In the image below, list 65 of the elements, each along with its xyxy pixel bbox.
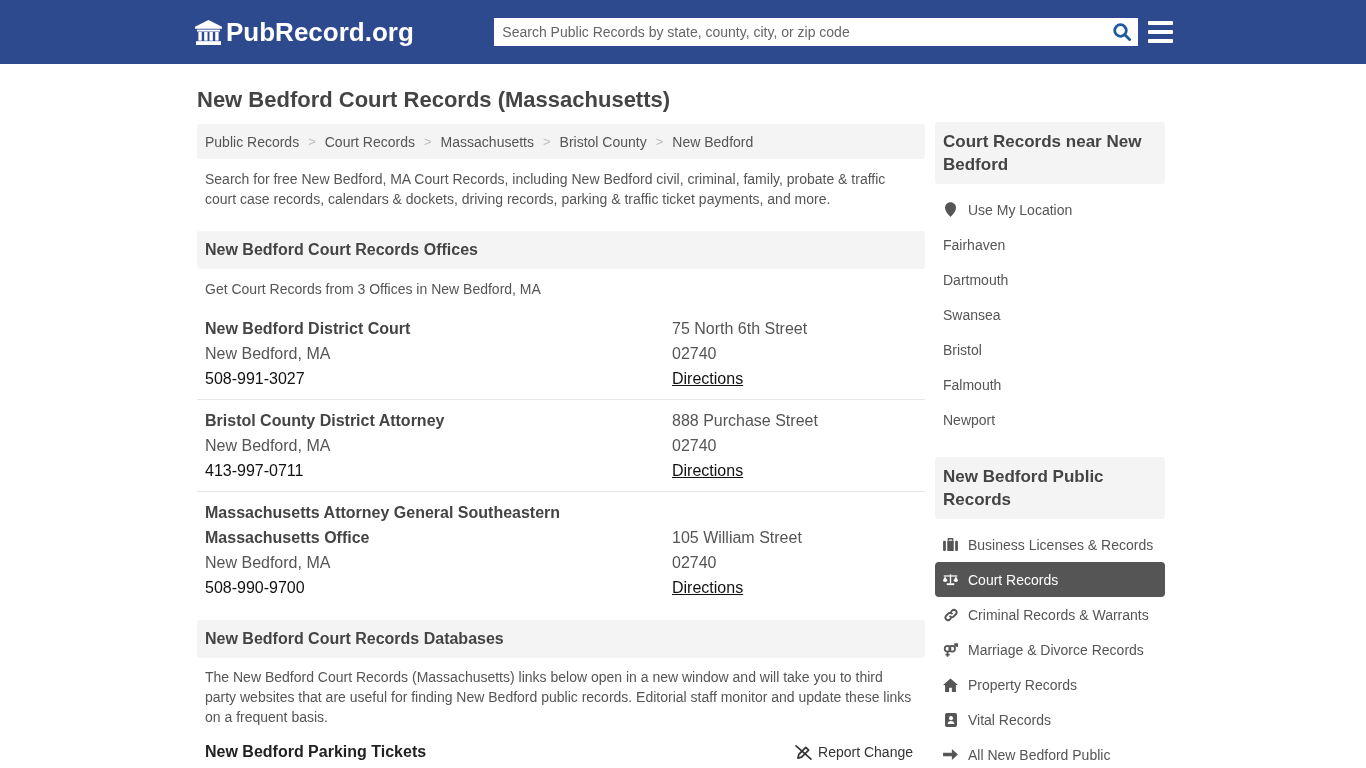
office-name: New Bedford District Court xyxy=(205,319,412,339)
sidebar-link[interactable]: All New Bedford Public xyxy=(935,737,1165,768)
breadcrumb-separator: > xyxy=(424,134,432,149)
phone-number: 508-991-3027 xyxy=(205,369,306,389)
page-title: New Bedford Court Records (Massachusetts) xyxy=(197,86,672,114)
sidebar-heading: Court Records near New Bedford xyxy=(935,122,1165,184)
directions-link[interactable]: Directions xyxy=(672,575,744,600)
breadcrumb-separator: > xyxy=(655,134,664,149)
home-icon xyxy=(943,677,958,692)
office-city: New Bedford, MA xyxy=(205,436,332,456)
breadcrumb-link[interactable]: Court Records xyxy=(324,133,415,150)
offices-summary: Get Court Records from 3 Offices in New Bedford, MA xyxy=(204,280,542,299)
breadcrumb-link[interactable]: Bristol County xyxy=(559,133,647,150)
zip-code: 02740 xyxy=(672,344,718,364)
address-book-icon xyxy=(944,712,957,727)
directions-link[interactable]: Directions xyxy=(672,366,744,391)
briefcase-icon xyxy=(943,538,958,551)
breadcrumb-separator: > xyxy=(543,134,551,149)
sidebar-link[interactable]: Use My Location xyxy=(935,192,1165,227)
menu-icon[interactable] xyxy=(1148,21,1173,43)
office-address: 105 William Street xyxy=(672,528,803,548)
sidebar-link[interactable]: Dartmouth xyxy=(935,262,1165,297)
sidebar-link[interactable]: Swansea xyxy=(935,297,1165,332)
sidebar-link[interactable]: Marriage & Divorce Records xyxy=(935,632,1165,667)
zip-code: 02740 xyxy=(672,553,718,573)
bank-icon xyxy=(195,19,222,45)
office-city: New Bedford, MA xyxy=(205,344,332,364)
gender-symbols-icon xyxy=(943,642,958,657)
phone-number: 508-990-9700 xyxy=(205,578,306,598)
office-name: Bristol County District Attorney xyxy=(205,411,446,431)
site-logo[interactable]: PubRecord.org xyxy=(226,16,414,48)
sidebar-link[interactable]: Court Records xyxy=(935,562,1165,597)
report-change-link[interactable]: Report Change xyxy=(795,743,913,761)
section-heading: New Bedford Court Records Offices xyxy=(197,231,925,269)
arrow-right-icon xyxy=(943,748,958,761)
directions-link[interactable]: Directions xyxy=(672,458,744,483)
scale-icon xyxy=(943,573,958,586)
search-field[interactable]: Search Public Records by state, county, city, or zip code xyxy=(494,18,1138,46)
sidebar-link[interactable]: Criminal Records & Warrants xyxy=(935,597,1165,632)
sidebar-link[interactable]: Falmouth xyxy=(935,367,1165,402)
office-name: Massachusetts Attorney General Southeastern Massachusetts Office xyxy=(205,503,562,548)
sidebar-link[interactable]: Fairhaven xyxy=(935,227,1165,262)
breadcrumb-link[interactable]: New Bedford xyxy=(672,133,754,150)
map-marker-icon xyxy=(945,202,956,217)
sidebar-link[interactable]: Business Licenses & Records xyxy=(935,527,1165,562)
sidebar-link[interactable]: Newport xyxy=(935,402,1165,437)
sidebar-link[interactable]: Bristol xyxy=(935,332,1165,367)
office-city: New Bedford, MA xyxy=(205,553,332,573)
crossed-pencil-icon xyxy=(795,744,813,760)
office-address: 75 North 6th Street xyxy=(672,319,809,339)
sidebar-link[interactable]: Vital Records xyxy=(935,702,1165,737)
breadcrumb-link[interactable]: Massachusetts xyxy=(440,133,534,150)
office-address: 888 Purchase Street xyxy=(672,411,819,431)
search-icon[interactable] xyxy=(1113,23,1131,41)
zip-code: 02740 xyxy=(672,436,718,456)
databases-description: The New Bedford Court Records (Massachusetts) links below open in a new window and will take you to third party websites that are useful for finding New Bedford public records. Editorial staff monitor and update these links on a frequent basis. xyxy=(204,668,913,727)
intro-text: Search for free New Bedford, MA Court Records, including New Bedford civil, criminal, family, probate & traffic court case records, calendars & dockets, driving records, parking & traffic ticket payments, and more. xyxy=(204,170,887,209)
breadcrumb-link[interactable]: Public Records xyxy=(205,133,300,150)
database-title: New Bedford Parking Tickets xyxy=(205,742,427,762)
phone-number: 413-997-0711 xyxy=(205,461,305,481)
breadcrumb-separator: > xyxy=(308,134,316,149)
sidebar-link[interactable]: Property Records xyxy=(935,667,1165,702)
sidebar-heading: New Bedford Public Records xyxy=(935,457,1165,519)
link-icon xyxy=(943,607,958,622)
section-heading: New Bedford Court Records Databases xyxy=(197,620,925,658)
